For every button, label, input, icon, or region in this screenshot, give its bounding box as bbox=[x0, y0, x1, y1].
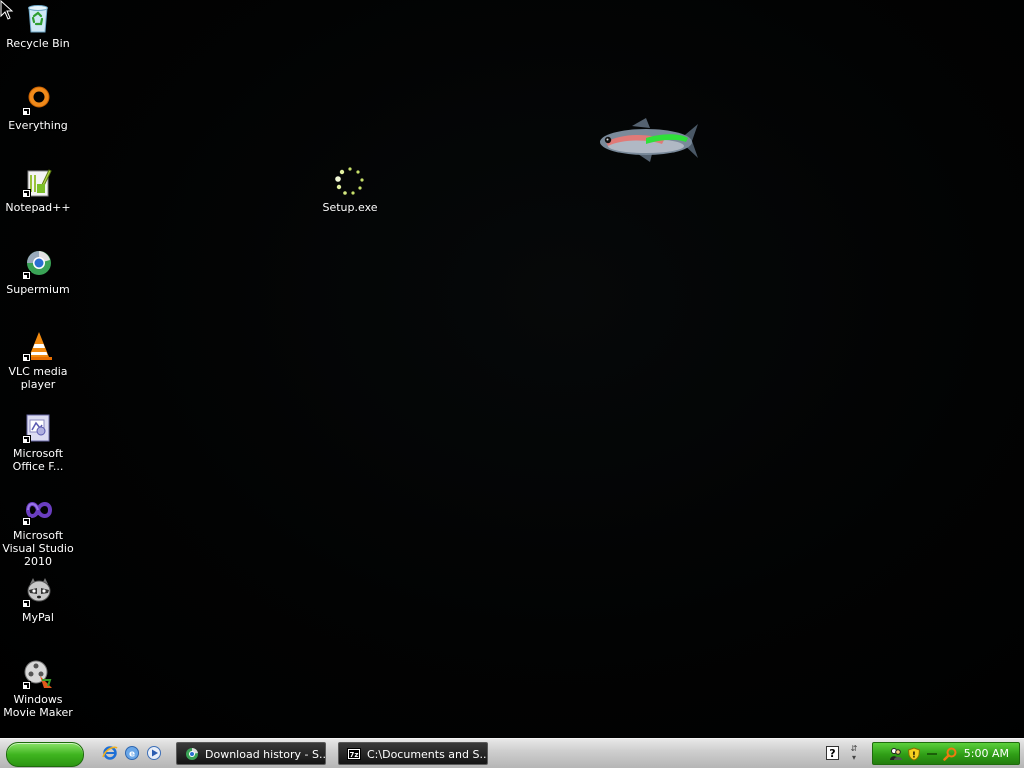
movie-maker-film-icon bbox=[22, 658, 54, 690]
internet-explorer-icon[interactable] bbox=[102, 745, 118, 761]
network-users-icon[interactable] bbox=[889, 747, 903, 761]
shortcut-arrow-icon bbox=[22, 517, 31, 526]
supermium-icon bbox=[186, 747, 198, 760]
desktop-icon-vlc[interactable]: VLC media player bbox=[0, 330, 76, 391]
shortcut-arrow-icon bbox=[22, 189, 31, 198]
shortcut-arrow-icon bbox=[22, 271, 31, 280]
shortcut-arrow-icon bbox=[22, 435, 31, 444]
taskbar-button-documents-folder[interactable]: 7z C:\Documents and S... bbox=[338, 742, 488, 765]
desktop-icon-label: VLC media player bbox=[8, 365, 68, 391]
desktop-icon-everything[interactable]: Everything bbox=[0, 84, 76, 132]
taskbar: e Download history - S... 7z C:\Document… bbox=[0, 738, 1024, 768]
vlc-cone-icon bbox=[22, 330, 54, 362]
desktop-icon-label: Recycle Bin bbox=[6, 37, 70, 50]
taskbar-button-label: Download history - S... bbox=[205, 748, 326, 761]
desktop-icon-label: MyPal bbox=[22, 611, 54, 624]
desktop-icon-supermium[interactable]: Supermium bbox=[0, 248, 76, 296]
svg-text:7z: 7z bbox=[350, 751, 359, 759]
shortcut-arrow-icon bbox=[22, 353, 31, 362]
setup-spinner-icon bbox=[334, 166, 366, 198]
shortcut-arrow-icon bbox=[22, 681, 31, 690]
desktop-icon-label: Windows Movie Maker bbox=[3, 693, 73, 719]
desktop-icon-label: Microsoft Visual Studio 2010 bbox=[2, 529, 74, 568]
notepad-plus-plus-icon bbox=[22, 166, 54, 198]
help-icon[interactable]: ? bbox=[826, 746, 839, 760]
desktop-icon-windows-movie-maker[interactable]: Windows Movie Maker bbox=[0, 658, 76, 719]
shortcut-arrow-icon bbox=[22, 599, 31, 608]
desktop-icon-label: Notepad++ bbox=[5, 201, 71, 214]
recycle-bin-icon bbox=[22, 2, 54, 34]
system-tray: ! 5:00 AM bbox=[872, 742, 1020, 765]
minus-icon[interactable] bbox=[925, 747, 939, 761]
office-document-icon bbox=[22, 412, 54, 444]
supermium-browser-icon bbox=[22, 248, 54, 280]
everything-search-icon bbox=[22, 84, 54, 116]
desktop-icon-visual-studio-2010[interactable]: Microsoft Visual Studio 2010 bbox=[0, 494, 76, 568]
desktop-icon-microsoft-office[interactable]: Microsoft Office F... bbox=[0, 412, 76, 473]
7zip-icon: 7z bbox=[347, 748, 361, 760]
svg-text:e: e bbox=[129, 750, 135, 760]
desktop-icon-setup-exe[interactable]: Setup.exe bbox=[312, 166, 388, 214]
desktop[interactable]: Recycle Bin Everything Notepad++ Supermi… bbox=[0, 0, 1024, 738]
security-shield-icon[interactable]: ! bbox=[907, 747, 921, 761]
shortcut-arrow-icon bbox=[22, 107, 31, 116]
taskbar-button-download-history[interactable]: Download history - S... bbox=[176, 742, 326, 765]
media-player-icon[interactable] bbox=[146, 745, 162, 761]
desktop-icon-label: Supermium bbox=[6, 283, 70, 296]
desktop-icon-notepad-plus-plus[interactable]: Notepad++ bbox=[0, 166, 76, 214]
outlook-express-icon[interactable]: e bbox=[124, 745, 140, 761]
visual-studio-infinity-icon bbox=[22, 494, 54, 526]
desktop-icon-label: Everything bbox=[8, 119, 68, 132]
search-magnifier-icon[interactable] bbox=[943, 747, 957, 761]
taskbar-button-label: C:\Documents and S... bbox=[367, 748, 488, 761]
desktop-icon-label: Microsoft Office F... bbox=[12, 447, 64, 473]
svg-text:!: ! bbox=[912, 751, 916, 760]
desktop-icon-recycle-bin[interactable]: Recycle Bin bbox=[0, 2, 76, 50]
desktop-icon-label: Setup.exe bbox=[322, 201, 378, 214]
language-bar-chevron-icon[interactable]: ⇵ ▾ bbox=[849, 744, 859, 762]
desktop-icon-mypal[interactable]: MyPal bbox=[0, 576, 76, 624]
neon-tetra-fish-icon bbox=[600, 118, 698, 162]
system-clock[interactable]: 5:00 AM bbox=[964, 743, 1009, 764]
mypal-raccoon-icon bbox=[22, 576, 54, 608]
start-button[interactable] bbox=[6, 742, 84, 767]
